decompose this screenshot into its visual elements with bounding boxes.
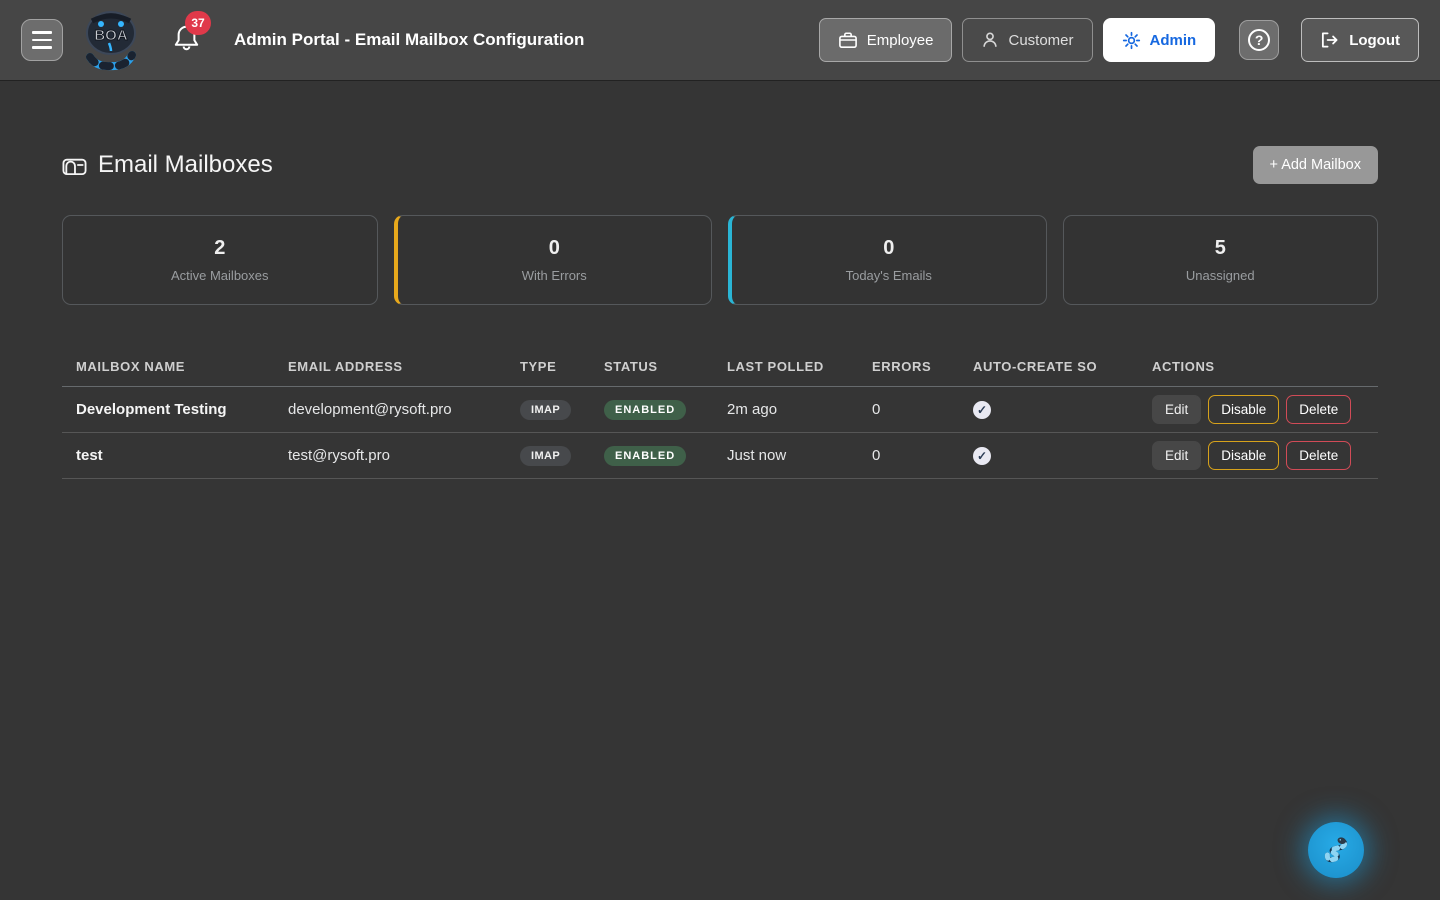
mailbox-name-cell: Development Testing — [76, 401, 288, 418]
employee-tab-button[interactable]: Employee — [819, 18, 953, 62]
col-auto-create-so: AUTO-CREATE SO — [973, 359, 1152, 374]
page-title-label: Email Mailboxes — [98, 151, 273, 179]
header-nav: Employee Customer Admin ? Logout — [819, 18, 1419, 62]
col-mailbox-name: MAILBOX NAME — [76, 359, 288, 374]
col-last-polled: LAST POLLED — [727, 359, 872, 374]
boa-logo: BOA — [81, 8, 141, 72]
logout-label: Logout — [1349, 32, 1400, 49]
disable-button[interactable]: Disable — [1208, 441, 1279, 470]
stat-value: 0 — [549, 237, 560, 260]
col-status: STATUS — [604, 359, 727, 374]
gear-icon — [1122, 31, 1141, 50]
mailbox-icon — [62, 154, 87, 176]
email-address-cell: development@rysoft.pro — [288, 401, 520, 418]
customer-tab-button[interactable]: Customer — [962, 18, 1092, 62]
page-header-title: Admin Portal - Email Mailbox Configurati… — [234, 30, 584, 50]
hamburger-menu-button[interactable] — [21, 19, 63, 61]
admin-tab-button[interactable]: Admin — [1103, 18, 1216, 62]
table-row: Development Testing development@rysoft.p… — [62, 387, 1378, 433]
col-email-address: EMAIL ADDRESS — [288, 359, 520, 374]
status-badge: ENABLED — [604, 446, 686, 466]
actions-cell: Edit Disable Delete — [1152, 441, 1378, 470]
help-button[interactable]: ? — [1239, 20, 1279, 60]
table-row: test test@rysoft.pro IMAP ENABLED Just n… — [62, 433, 1378, 479]
last-polled-cell: Just now — [727, 447, 872, 464]
stat-value: 5 — [1215, 237, 1226, 260]
add-mailbox-button[interactable]: + Add Mailbox — [1253, 146, 1379, 184]
errors-cell: 0 — [872, 447, 973, 464]
snake-logo-icon: BOA — [82, 9, 140, 71]
stat-card-unassigned: 5 Unassigned — [1063, 215, 1379, 305]
stat-card-todays-emails: 0 Today's Emails — [728, 215, 1047, 305]
type-badge: IMAP — [520, 400, 571, 420]
stat-card-with-errors: 0 With Errors — [394, 215, 713, 305]
app-header: BOA 37 Admin Portal - Email Mailbox Conf… — [0, 0, 1440, 80]
edit-button[interactable]: Edit — [1152, 395, 1201, 424]
stat-value: 2 — [214, 237, 225, 260]
status-badge: ENABLED — [604, 400, 686, 420]
stat-card-active-mailboxes: 2 Active Mailboxes — [62, 215, 378, 305]
type-badge: IMAP — [520, 446, 571, 466]
question-mark-icon: ? — [1248, 29, 1270, 51]
customer-tab-label: Customer — [1008, 32, 1073, 49]
edit-button[interactable]: Edit — [1152, 441, 1201, 470]
col-actions: ACTIONS — [1152, 359, 1378, 374]
main-content: Email Mailboxes + Add Mailbox 2 Active M… — [0, 146, 1440, 479]
check-circle-icon: ✓ — [973, 401, 991, 419]
briefcase-icon — [838, 31, 858, 49]
chat-assistant-fab[interactable] — [1308, 822, 1364, 878]
person-icon — [981, 31, 999, 49]
actions-cell: Edit Disable Delete — [1152, 395, 1378, 424]
svg-text:BOA: BOA — [94, 27, 128, 44]
logout-button[interactable]: Logout — [1301, 18, 1419, 62]
last-polled-cell: 2m ago — [727, 401, 872, 418]
disable-button[interactable]: Disable — [1208, 395, 1279, 424]
stats-row: 2 Active Mailboxes 0 With Errors 0 Today… — [62, 215, 1378, 305]
check-circle-icon: ✓ — [973, 447, 991, 465]
logout-icon — [1320, 31, 1339, 49]
stat-label: Today's Emails — [846, 268, 932, 283]
admin-tab-label: Admin — [1150, 32, 1197, 49]
email-address-cell: test@rysoft.pro — [288, 447, 520, 464]
stat-value: 0 — [883, 237, 894, 260]
table-header-row: MAILBOX NAME EMAIL ADDRESS TYPE STATUS L… — [62, 347, 1378, 387]
errors-cell: 0 — [872, 401, 973, 418]
page-head-row: Email Mailboxes + Add Mailbox — [62, 146, 1378, 184]
mailbox-table: MAILBOX NAME EMAIL ADDRESS TYPE STATUS L… — [62, 347, 1378, 479]
delete-button[interactable]: Delete — [1286, 441, 1351, 470]
employee-tab-label: Employee — [867, 32, 934, 49]
mailbox-name-cell: test — [76, 447, 288, 464]
stat-label: Unassigned — [1186, 268, 1255, 283]
notification-count-badge: 37 — [185, 11, 211, 35]
col-errors: ERRORS — [872, 359, 973, 374]
delete-button[interactable]: Delete — [1286, 395, 1351, 424]
notifications-button[interactable]: 37 — [173, 23, 200, 58]
stat-label: Active Mailboxes — [171, 268, 269, 283]
page-title: Email Mailboxes — [62, 151, 273, 179]
snake-icon — [1316, 830, 1356, 870]
stat-label: With Errors — [522, 268, 587, 283]
col-type: TYPE — [520, 359, 604, 374]
